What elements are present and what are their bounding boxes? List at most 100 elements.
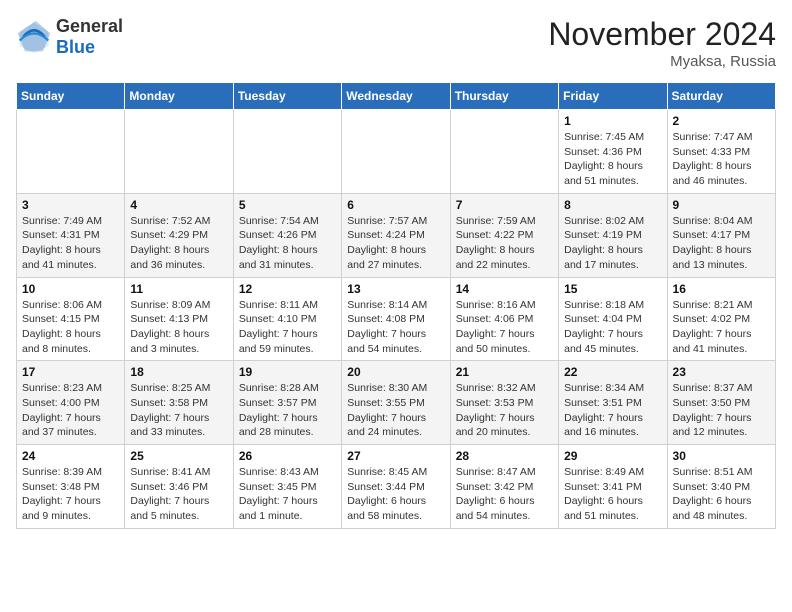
day-info: Sunrise: 7:45 AM Sunset: 4:36 PM Dayligh…: [564, 130, 661, 189]
day-number: 27: [347, 449, 444, 463]
title-block: November 2024 Myaksa, Russia: [548, 16, 776, 70]
calendar-cell: 27 Sunrise: 8:45 AM Sunset: 3:44 PM Dayli…: [342, 445, 450, 529]
day-info: Sunrise: 8:51 AM Sunset: 3:40 PM Dayligh…: [673, 465, 770, 524]
day-number: 23: [673, 365, 770, 379]
day-info: Sunrise: 8:23 AM Sunset: 4:00 PM Dayligh…: [22, 381, 119, 440]
day-info: Sunrise: 8:09 AM Sunset: 4:13 PM Dayligh…: [130, 298, 227, 357]
day-number: 4: [130, 198, 227, 212]
day-info: Sunrise: 7:57 AM Sunset: 4:24 PM Dayligh…: [347, 214, 444, 273]
day-number: 30: [673, 449, 770, 463]
logo-blue-text: Blue: [56, 37, 123, 58]
day-number: 19: [239, 365, 336, 379]
calendar-cell: [233, 110, 341, 194]
day-info: Sunrise: 7:47 AM Sunset: 4:33 PM Dayligh…: [673, 130, 770, 189]
calendar-cell: 30 Sunrise: 8:51 AM Sunset: 3:40 PM Dayli…: [667, 445, 775, 529]
calendar-cell: 18 Sunrise: 8:25 AM Sunset: 3:58 PM Dayli…: [125, 361, 233, 445]
calendar-week-row: 10 Sunrise: 8:06 AM Sunset: 4:15 PM Dayli…: [17, 277, 776, 361]
calendar-cell: 29Sunrise: 8:49 AM Sunset: 3:41 PM Dayli…: [559, 445, 667, 529]
day-number: 5: [239, 198, 336, 212]
day-info: Sunrise: 7:59 AM Sunset: 4:22 PM Dayligh…: [456, 214, 553, 273]
day-number: 21: [456, 365, 553, 379]
calendar-cell: 13 Sunrise: 8:14 AM Sunset: 4:08 PM Dayli…: [342, 277, 450, 361]
day-number: 20: [347, 365, 444, 379]
day-number: 26: [239, 449, 336, 463]
day-info: Sunrise: 8:25 AM Sunset: 3:58 PM Dayligh…: [130, 381, 227, 440]
logo-text: General Blue: [56, 16, 123, 58]
day-number: 28: [456, 449, 553, 463]
day-number: 29: [564, 449, 661, 463]
calendar-cell: 2Sunrise: 7:47 AM Sunset: 4:33 PM Daylig…: [667, 110, 775, 194]
calendar-cell: 15 Sunrise: 8:18 AM Sunset: 4:04 PM Dayli…: [559, 277, 667, 361]
calendar-cell: 22Sunrise: 8:34 AM Sunset: 3:51 PM Dayli…: [559, 361, 667, 445]
day-number: 8: [564, 198, 661, 212]
day-number: 15: [564, 282, 661, 296]
month-title: November 2024: [548, 16, 776, 53]
weekday-header: Tuesday: [233, 83, 341, 110]
weekday-row: SundayMondayTuesdayWednesdayThursdayFrid…: [17, 83, 776, 110]
weekday-header: Thursday: [450, 83, 558, 110]
day-number: 9: [673, 198, 770, 212]
calendar-cell: 5 Sunrise: 7:54 AM Sunset: 4:26 PM Daylig…: [233, 193, 341, 277]
day-info: Sunrise: 7:54 AM Sunset: 4:26 PM Dayligh…: [239, 214, 336, 273]
calendar-table: SundayMondayTuesdayWednesdayThursdayFrid…: [16, 82, 776, 529]
calendar-cell: 8Sunrise: 8:02 AM Sunset: 4:19 PM Daylig…: [559, 193, 667, 277]
day-number: 22: [564, 365, 661, 379]
day-info: Sunrise: 8:37 AM Sunset: 3:50 PM Dayligh…: [673, 381, 770, 440]
calendar-cell: 23 Sunrise: 8:37 AM Sunset: 3:50 PM Dayli…: [667, 361, 775, 445]
weekday-header: Friday: [559, 83, 667, 110]
page-header: General Blue November 2024 Myaksa, Russi…: [16, 16, 776, 70]
calendar-cell: 26 Sunrise: 8:43 AM Sunset: 3:45 PM Dayli…: [233, 445, 341, 529]
calendar-cell: [450, 110, 558, 194]
day-info: Sunrise: 8:21 AM Sunset: 4:02 PM Dayligh…: [673, 298, 770, 357]
day-info: Sunrise: 8:18 AM Sunset: 4:04 PM Dayligh…: [564, 298, 661, 357]
calendar-cell: [342, 110, 450, 194]
day-info: Sunrise: 8:47 AM Sunset: 3:42 PM Dayligh…: [456, 465, 553, 524]
day-info: Sunrise: 8:04 AM Sunset: 4:17 PM Dayligh…: [673, 214, 770, 273]
calendar-cell: 10 Sunrise: 8:06 AM Sunset: 4:15 PM Dayli…: [17, 277, 125, 361]
calendar-cell: 12Sunrise: 8:11 AM Sunset: 4:10 PM Dayli…: [233, 277, 341, 361]
calendar-week-row: 24 Sunrise: 8:39 AM Sunset: 3:48 PM Dayli…: [17, 445, 776, 529]
calendar-cell: 24 Sunrise: 8:39 AM Sunset: 3:48 PM Dayli…: [17, 445, 125, 529]
day-info: Sunrise: 7:52 AM Sunset: 4:29 PM Dayligh…: [130, 214, 227, 273]
calendar-cell: 14 Sunrise: 8:16 AM Sunset: 4:06 PM Dayli…: [450, 277, 558, 361]
calendar-cell: 4 Sunrise: 7:52 AM Sunset: 4:29 PM Daylig…: [125, 193, 233, 277]
day-number: 3: [22, 198, 119, 212]
calendar-cell: [125, 110, 233, 194]
logo-general-text: General: [56, 16, 123, 37]
day-number: 13: [347, 282, 444, 296]
calendar-week-row: 17 Sunrise: 8:23 AM Sunset: 4:00 PM Dayli…: [17, 361, 776, 445]
calendar-cell: 7 Sunrise: 7:59 AM Sunset: 4:22 PM Daylig…: [450, 193, 558, 277]
day-number: 1: [564, 114, 661, 128]
day-number: 17: [22, 365, 119, 379]
day-info: Sunrise: 8:14 AM Sunset: 4:08 PM Dayligh…: [347, 298, 444, 357]
calendar-cell: 21Sunrise: 8:32 AM Sunset: 3:53 PM Dayli…: [450, 361, 558, 445]
day-info: Sunrise: 8:43 AM Sunset: 3:45 PM Dayligh…: [239, 465, 336, 524]
day-info: Sunrise: 8:06 AM Sunset: 4:15 PM Dayligh…: [22, 298, 119, 357]
day-info: Sunrise: 8:39 AM Sunset: 3:48 PM Dayligh…: [22, 465, 119, 524]
day-info: Sunrise: 7:49 AM Sunset: 4:31 PM Dayligh…: [22, 214, 119, 273]
day-info: Sunrise: 8:41 AM Sunset: 3:46 PM Dayligh…: [130, 465, 227, 524]
logo-icon: [16, 19, 52, 55]
location-subtitle: Myaksa, Russia: [548, 53, 776, 70]
calendar-cell: 6Sunrise: 7:57 AM Sunset: 4:24 PM Daylig…: [342, 193, 450, 277]
calendar-cell: 17 Sunrise: 8:23 AM Sunset: 4:00 PM Dayli…: [17, 361, 125, 445]
day-number: 18: [130, 365, 227, 379]
weekday-header: Wednesday: [342, 83, 450, 110]
day-number: 25: [130, 449, 227, 463]
day-number: 16: [673, 282, 770, 296]
calendar-cell: 20Sunrise: 8:30 AM Sunset: 3:55 PM Dayli…: [342, 361, 450, 445]
calendar-week-row: 1 Sunrise: 7:45 AM Sunset: 4:36 PM Daylig…: [17, 110, 776, 194]
day-number: 14: [456, 282, 553, 296]
day-info: Sunrise: 8:16 AM Sunset: 4:06 PM Dayligh…: [456, 298, 553, 357]
day-number: 24: [22, 449, 119, 463]
calendar-week-row: 3 Sunrise: 7:49 AM Sunset: 4:31 PM Daylig…: [17, 193, 776, 277]
calendar-cell: 3 Sunrise: 7:49 AM Sunset: 4:31 PM Daylig…: [17, 193, 125, 277]
day-info: Sunrise: 8:28 AM Sunset: 3:57 PM Dayligh…: [239, 381, 336, 440]
day-number: 7: [456, 198, 553, 212]
day-info: Sunrise: 8:45 AM Sunset: 3:44 PM Dayligh…: [347, 465, 444, 524]
calendar-cell: [17, 110, 125, 194]
day-number: 11: [130, 282, 227, 296]
logo: General Blue: [16, 16, 123, 58]
day-number: 10: [22, 282, 119, 296]
calendar-header: SundayMondayTuesdayWednesdayThursdayFrid…: [17, 83, 776, 110]
